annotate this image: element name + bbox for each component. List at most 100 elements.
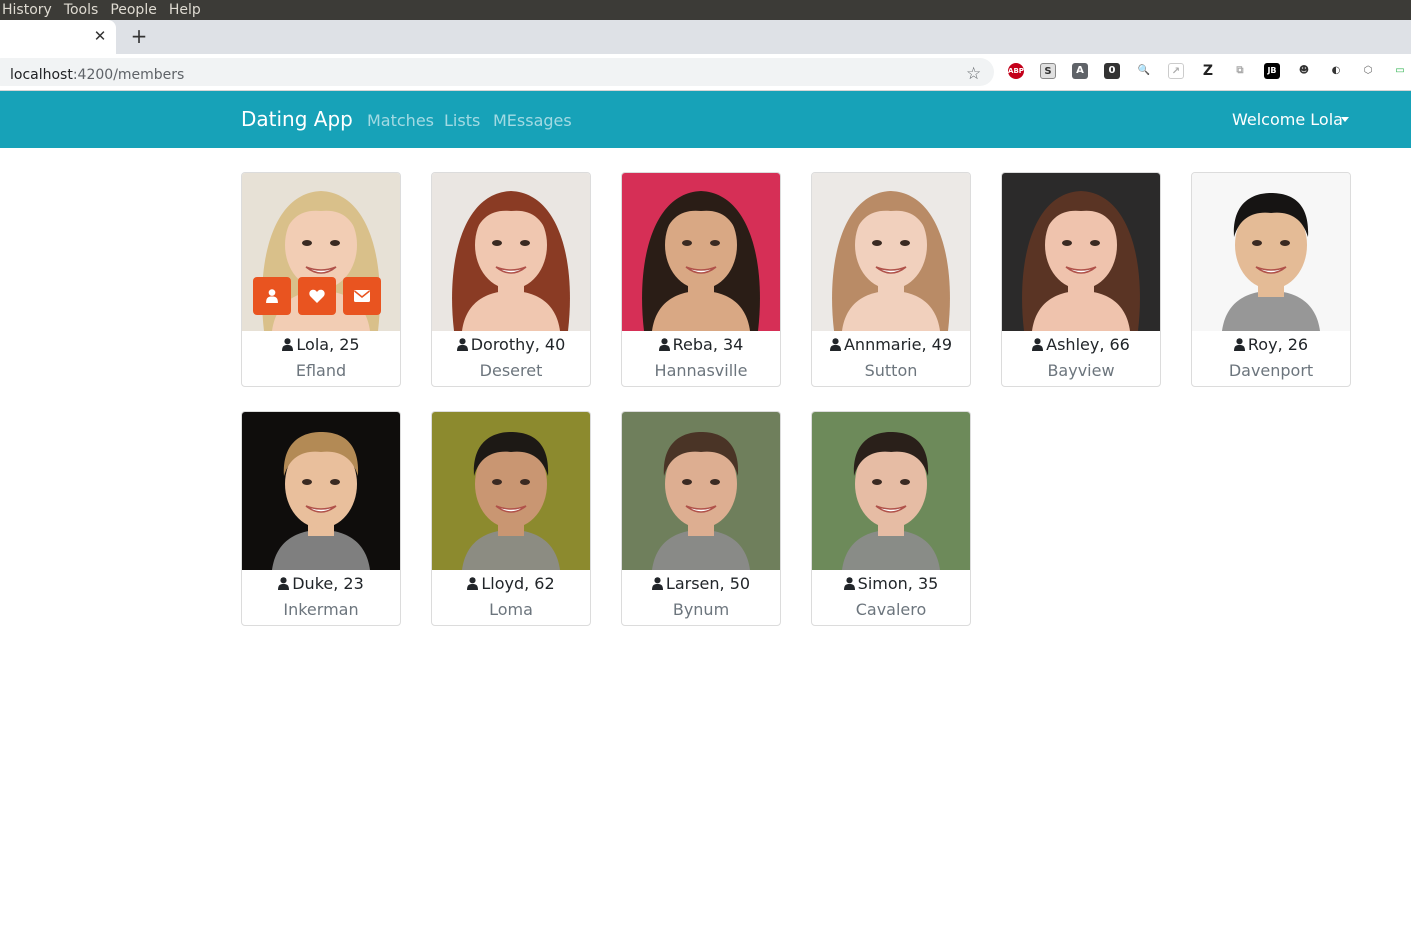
message-button[interactable] [343,277,381,315]
address-bar[interactable]: localhost:4200/members ☆ [0,58,994,86]
user-icon [456,338,468,351]
member-city: Cavalero [855,600,927,619]
member-name: Lloyd, 62 [481,574,555,593]
nav-matches[interactable]: Matches [367,111,434,130]
copy-extension-icon[interactable]: ⧉ [1232,63,1248,79]
member-name-line: Lola, 25 [242,335,400,354]
member-city: Deseret [479,361,543,380]
member-photo[interactable] [242,412,400,570]
member-city: Sutton [864,361,918,380]
url-host: localhost [10,67,73,83]
user-icon [843,577,855,590]
app-navbar: Dating App Matches Lists MEssages Welcom… [0,91,1411,148]
member-city: Hannasville [654,361,748,380]
user-icon [278,577,290,590]
member-card[interactable]: Dorothy, 40 Deseret [431,172,591,387]
view-profile-button[interactable] [253,277,291,315]
member-name: Roy, 26 [1247,335,1309,354]
browser-tabstrip: ✕ + [0,20,1411,54]
member-card[interactable]: Duke, 23 Inkerman [241,411,401,626]
user-dropdown-toggle[interactable]: Welcome Lola [1232,110,1343,129]
user-icon [651,577,663,590]
user-icon [266,289,278,303]
member-name-line: Ashley, 66 [1002,335,1160,354]
member-photo[interactable] [432,412,590,570]
member-photo[interactable] [812,412,970,570]
user-icon [829,338,841,351]
member-card[interactable]: Lola, 25 Efland [241,172,401,387]
member-photo[interactable] [1002,173,1160,331]
member-photo[interactable] [622,173,780,331]
url-path: :4200/members [72,67,185,83]
member-photo[interactable] [622,412,780,570]
member-name: Duke, 23 [292,574,364,593]
new-tab-button[interactable]: + [128,25,150,47]
menu-history[interactable]: History [0,0,58,20]
member-name: Reba, 34 [672,335,744,354]
face-extension-icon[interactable]: ☻ [1296,63,1312,79]
member-name: Annmarie, 49 [843,335,952,354]
jetbrains-extension-icon[interactable]: JB [1264,63,1280,79]
member-name-line: Simon, 35 [812,574,970,593]
menu-tools[interactable]: Tools [58,0,105,20]
member-name-line: Duke, 23 [242,574,400,593]
member-card[interactable]: Annmarie, 49 Sutton [811,172,971,387]
user-icon [1233,338,1245,351]
s-extension-icon[interactable]: S [1040,63,1056,79]
member-card[interactable]: Lloyd, 62 Loma [431,411,591,626]
zero-extension-icon[interactable]: 0 [1104,63,1120,79]
brand-link[interactable]: Dating App [241,107,353,131]
member-name-line: Reba, 34 [622,335,780,354]
menu-help[interactable]: Help [163,0,207,20]
close-tab-icon[interactable]: ✕ [92,28,108,44]
member-name: Dorothy, 40 [470,335,566,354]
member-name-line: Roy, 26 [1192,335,1350,354]
heart-icon [309,289,325,303]
tv-extension-icon[interactable]: ▭ [1392,63,1408,79]
os-menubar: History Tools People Help [0,0,1411,20]
member-name: Simon, 35 [857,574,939,593]
circle-extension-icon[interactable]: ◐ [1328,63,1344,79]
member-name-line: Dorothy, 40 [432,335,590,354]
hexagon-extension-icon[interactable]: ⬡ [1360,63,1376,79]
member-name-line: Lloyd, 62 [432,574,590,593]
user-icon [282,338,294,351]
member-name: Lola, 25 [296,335,360,354]
member-card[interactable]: Reba, 34 Hannasville [621,172,781,387]
user-icon [1032,338,1044,351]
member-city: Davenport [1228,361,1314,380]
nav-messages[interactable]: MEssages [493,111,572,130]
member-photo[interactable] [1192,173,1350,331]
member-hover-actions [253,277,381,315]
envelope-icon [354,290,370,302]
angular-extension-icon[interactable]: A [1072,63,1088,79]
member-city: Bayview [1047,361,1115,380]
member-photo[interactable] [812,173,970,331]
member-card[interactable]: Ashley, 66 Bayview [1001,172,1161,387]
member-card[interactable]: Roy, 26 Davenport [1191,172,1351,387]
browser-toolbar: localhost:4200/members ☆ ABP S A 0 🔍 ↗ Z… [0,54,1411,91]
user-icon [467,577,479,590]
member-name-line: Annmarie, 49 [812,335,970,354]
browser-tab[interactable]: ✕ [0,20,116,54]
member-name-line: Larsen, 50 [622,574,780,593]
bookmark-star-icon[interactable]: ☆ [966,66,981,83]
member-name: Larsen, 50 [665,574,751,593]
nav-lists[interactable]: Lists [444,111,480,130]
z-extension-icon[interactable]: Z [1200,63,1216,79]
member-city: Bynum [672,600,730,619]
url-text[interactable]: localhost:4200/members [10,67,184,83]
menu-people[interactable]: People [104,0,163,20]
like-button[interactable] [298,277,336,315]
member-city: Efland [295,361,347,380]
member-card[interactable]: Larsen, 50 Bynum [621,411,781,626]
search-extension-icon[interactable]: 🔍 [1136,63,1152,79]
member-name: Ashley, 66 [1046,335,1130,354]
open-external-extension-icon[interactable]: ↗ [1168,63,1184,79]
user-icon [658,338,670,351]
member-city: Loma [489,600,533,619]
member-card[interactable]: Simon, 35 Cavalero [811,411,971,626]
adblock-extension-icon[interactable]: ABP [1008,63,1024,79]
dropdown-caret-icon[interactable] [1341,117,1349,122]
member-photo[interactable] [432,173,590,331]
